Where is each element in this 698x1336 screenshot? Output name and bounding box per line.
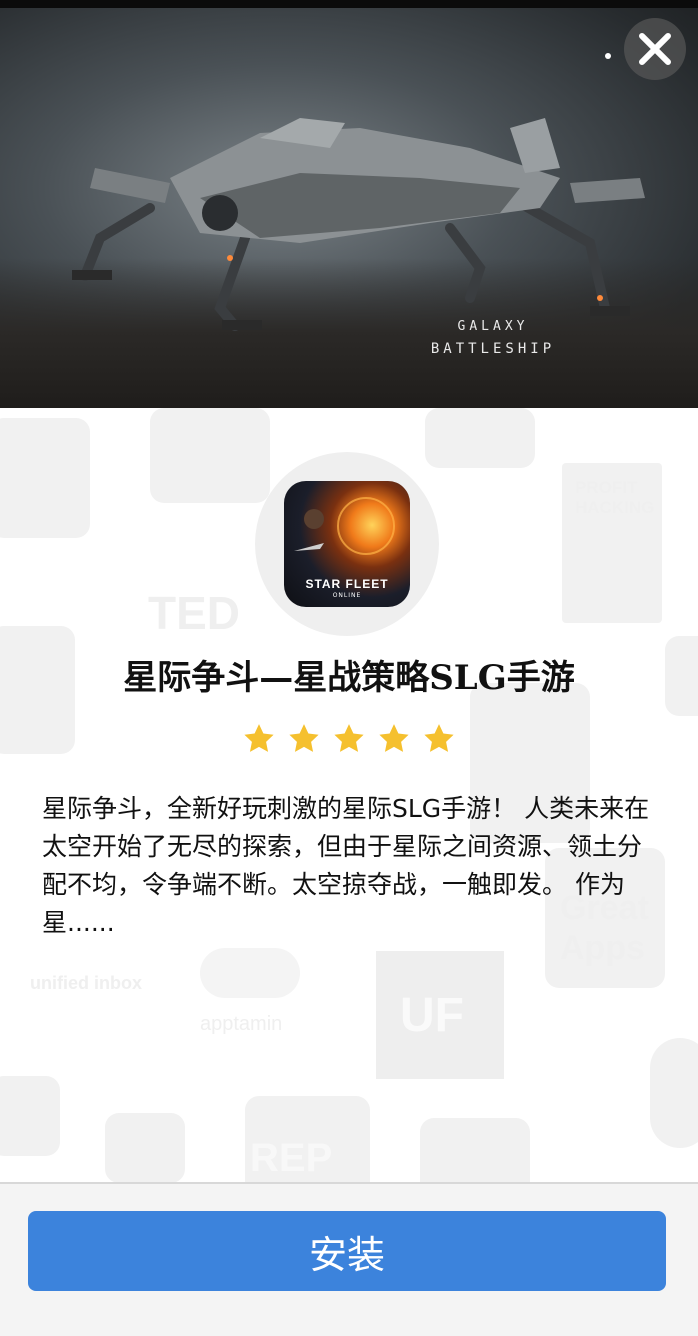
bg-app-icon	[650, 1038, 698, 1148]
rating-stars	[0, 722, 698, 760]
spaceship-illustration	[72, 53, 645, 331]
close-button[interactable]	[624, 18, 686, 80]
bg-text-unified-inbox: unified inbox	[30, 973, 142, 993]
hero-brand-line1: GALAXY	[457, 319, 529, 334]
star-icon	[424, 724, 454, 752]
bg-app-icon	[150, 408, 270, 503]
status-strip	[0, 0, 698, 8]
bg-text-apptamin: apptamin	[200, 1013, 283, 1035]
hero-brand-line2: BATTLESHIP	[430, 341, 556, 357]
close-icon	[639, 33, 671, 65]
bg-text-uf: UF	[400, 989, 464, 1042]
bg-app-icon	[425, 408, 535, 468]
star-icon	[379, 724, 409, 752]
app-icon-circle: STAR FLEET ONLINE	[255, 452, 439, 636]
app-description: 星际争斗，全新好玩刺激的星际SLG手游！ 人类未来在太空开始了无尽的探索，但由于…	[42, 794, 650, 937]
install-button[interactable]: 安装	[28, 1211, 666, 1291]
app-icon-title: STAR FLEET	[305, 577, 389, 591]
bg-app-icon	[200, 948, 300, 998]
hero-brand-logo: GALAXY BATTLESHIP	[418, 318, 568, 362]
app-icon: STAR FLEET ONLINE	[284, 481, 410, 607]
bg-app-icon	[105, 1113, 185, 1183]
star-icon	[244, 724, 274, 752]
app-icon-subtitle: ONLINE	[332, 592, 362, 599]
bg-text-ted: TED	[148, 587, 240, 639]
app-title: 星际争斗—星战策略SLG手游	[123, 658, 575, 698]
bg-text-rep: REP	[250, 1136, 333, 1180]
bg-app-icon	[0, 418, 90, 538]
star-icon	[289, 724, 319, 752]
star-icon	[334, 724, 364, 752]
hero-banner-image: GALAXY BATTLESHIP	[0, 8, 698, 408]
bg-text-profit-hacking: PROFIT HACKING	[575, 478, 655, 517]
bg-app-icon	[0, 1076, 60, 1156]
